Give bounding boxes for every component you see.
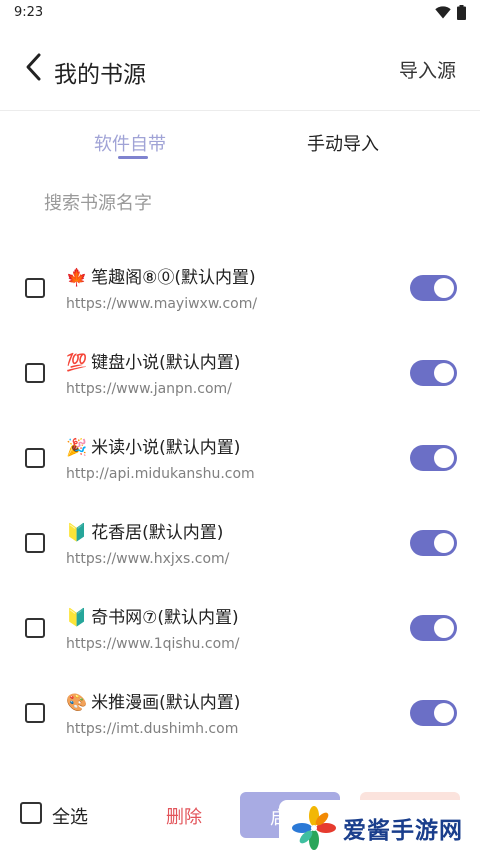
toggle-knob — [434, 533, 454, 553]
source-emoji: 🎉 — [66, 438, 88, 458]
source-enabled-toggle[interactable] — [410, 275, 457, 301]
source-name-text: 米读小说(默认内置) — [91, 438, 241, 458]
source-emoji: 🍁 — [66, 268, 88, 288]
list-item: 💯 键盘小说(默认内置) https://www.janpn.com/ — [0, 330, 480, 415]
page-title: 我的书源 — [54, 62, 146, 88]
source-emoji: 🔰 — [66, 608, 88, 628]
source-checkbox[interactable] — [25, 618, 45, 638]
source-name: 🔰 奇书网⑦(默认内置) — [66, 603, 239, 628]
search-input[interactable] — [44, 188, 434, 218]
header-divider — [0, 110, 480, 111]
source-url: http://api.midukanshu.com — [66, 466, 255, 482]
source-enabled-toggle[interactable] — [410, 615, 457, 641]
battery-icon — [457, 5, 466, 20]
source-enabled-toggle[interactable] — [410, 445, 457, 471]
list-item: 🔰 奇书网⑦(默认内置) https://www.1qishu.com/ — [0, 585, 480, 670]
source-checkbox[interactable] — [25, 278, 45, 298]
source-name: 💯 键盘小说(默认内置) — [66, 348, 240, 373]
watermark-text: 爱酱手游网 — [343, 817, 463, 844]
source-name: 🎨 米推漫画(默认内置) — [66, 688, 240, 713]
tab-indicator — [118, 156, 148, 159]
delete-button[interactable]: 删除 — [166, 803, 202, 829]
source-emoji: 🎨 — [66, 693, 88, 713]
list-item: 🎨 米推漫画(默认内置) https://imt.dushimh.com — [0, 670, 480, 755]
source-name-text: 米推漫画(默认内置) — [91, 693, 241, 713]
source-url: https://www.1qishu.com/ — [66, 636, 240, 652]
list-item: 🔰 花香居(默认内置) https://www.hxjxs.com/ — [0, 500, 480, 585]
source-enabled-toggle[interactable] — [410, 360, 457, 386]
source-name-text: 键盘小说(默认内置) — [91, 353, 241, 373]
status-icons — [435, 5, 466, 20]
source-emoji: 🔰 — [66, 523, 88, 543]
source-emoji: 💯 — [66, 353, 88, 373]
source-url: https://imt.dushimh.com — [66, 721, 239, 737]
list-item: 🎉 米读小说(默认内置) http://api.midukanshu.com — [0, 415, 480, 500]
source-name: 🍁 笔趣阁⑧⓪(默认内置) — [66, 263, 256, 288]
source-name-text: 笔趣阁⑧⓪(默认内置) — [91, 268, 256, 288]
import-source-button[interactable]: 导入源 — [399, 56, 456, 83]
source-url: https://www.hxjxs.com/ — [66, 551, 230, 567]
toggle-knob — [434, 703, 454, 723]
toggle-knob — [434, 448, 454, 468]
status-bar: 9:23 — [0, 0, 480, 26]
list-item: 🍁 笔趣阁⑧⓪(默认内置) https://www.mayiwxw.com/ — [0, 245, 480, 330]
toggle-knob — [434, 363, 454, 383]
source-name-text: 花香居(默认内置) — [91, 523, 224, 543]
source-checkbox[interactable] — [25, 703, 45, 723]
select-all-label[interactable]: 全选 — [52, 803, 88, 829]
source-url: https://www.mayiwxw.com/ — [66, 296, 258, 312]
source-checkbox[interactable] — [25, 363, 45, 383]
source-enabled-toggle[interactable] — [410, 530, 457, 556]
wifi-icon — [435, 6, 451, 19]
chevron-left-icon[interactable] — [18, 50, 52, 84]
tab-builtin[interactable]: 软件自带 — [94, 130, 166, 156]
header: 我的书源 导入源 — [0, 34, 480, 104]
source-checkbox[interactable] — [25, 533, 45, 553]
pinwheel-logo-icon — [292, 805, 336, 850]
select-all-checkbox[interactable] — [20, 802, 42, 824]
source-enabled-toggle[interactable] — [410, 700, 457, 726]
source-url: https://www.janpn.com/ — [66, 381, 232, 397]
source-list: 🍁 笔趣阁⑧⓪(默认内置) https://www.mayiwxw.com/ 💯 键… — [0, 245, 480, 755]
source-name: 🔰 花香居(默认内置) — [66, 518, 223, 543]
source-name-text: 奇书网⑦(默认内置) — [91, 608, 239, 628]
tab-manual-import[interactable]: 手动导入 — [307, 130, 379, 156]
toggle-knob — [434, 618, 454, 638]
status-time: 9:23 — [14, 5, 44, 20]
toggle-knob — [434, 278, 454, 298]
source-checkbox[interactable] — [25, 448, 45, 468]
watermark: 爱酱手游网 — [279, 800, 480, 855]
source-name: 🎉 米读小说(默认内置) — [66, 433, 240, 458]
